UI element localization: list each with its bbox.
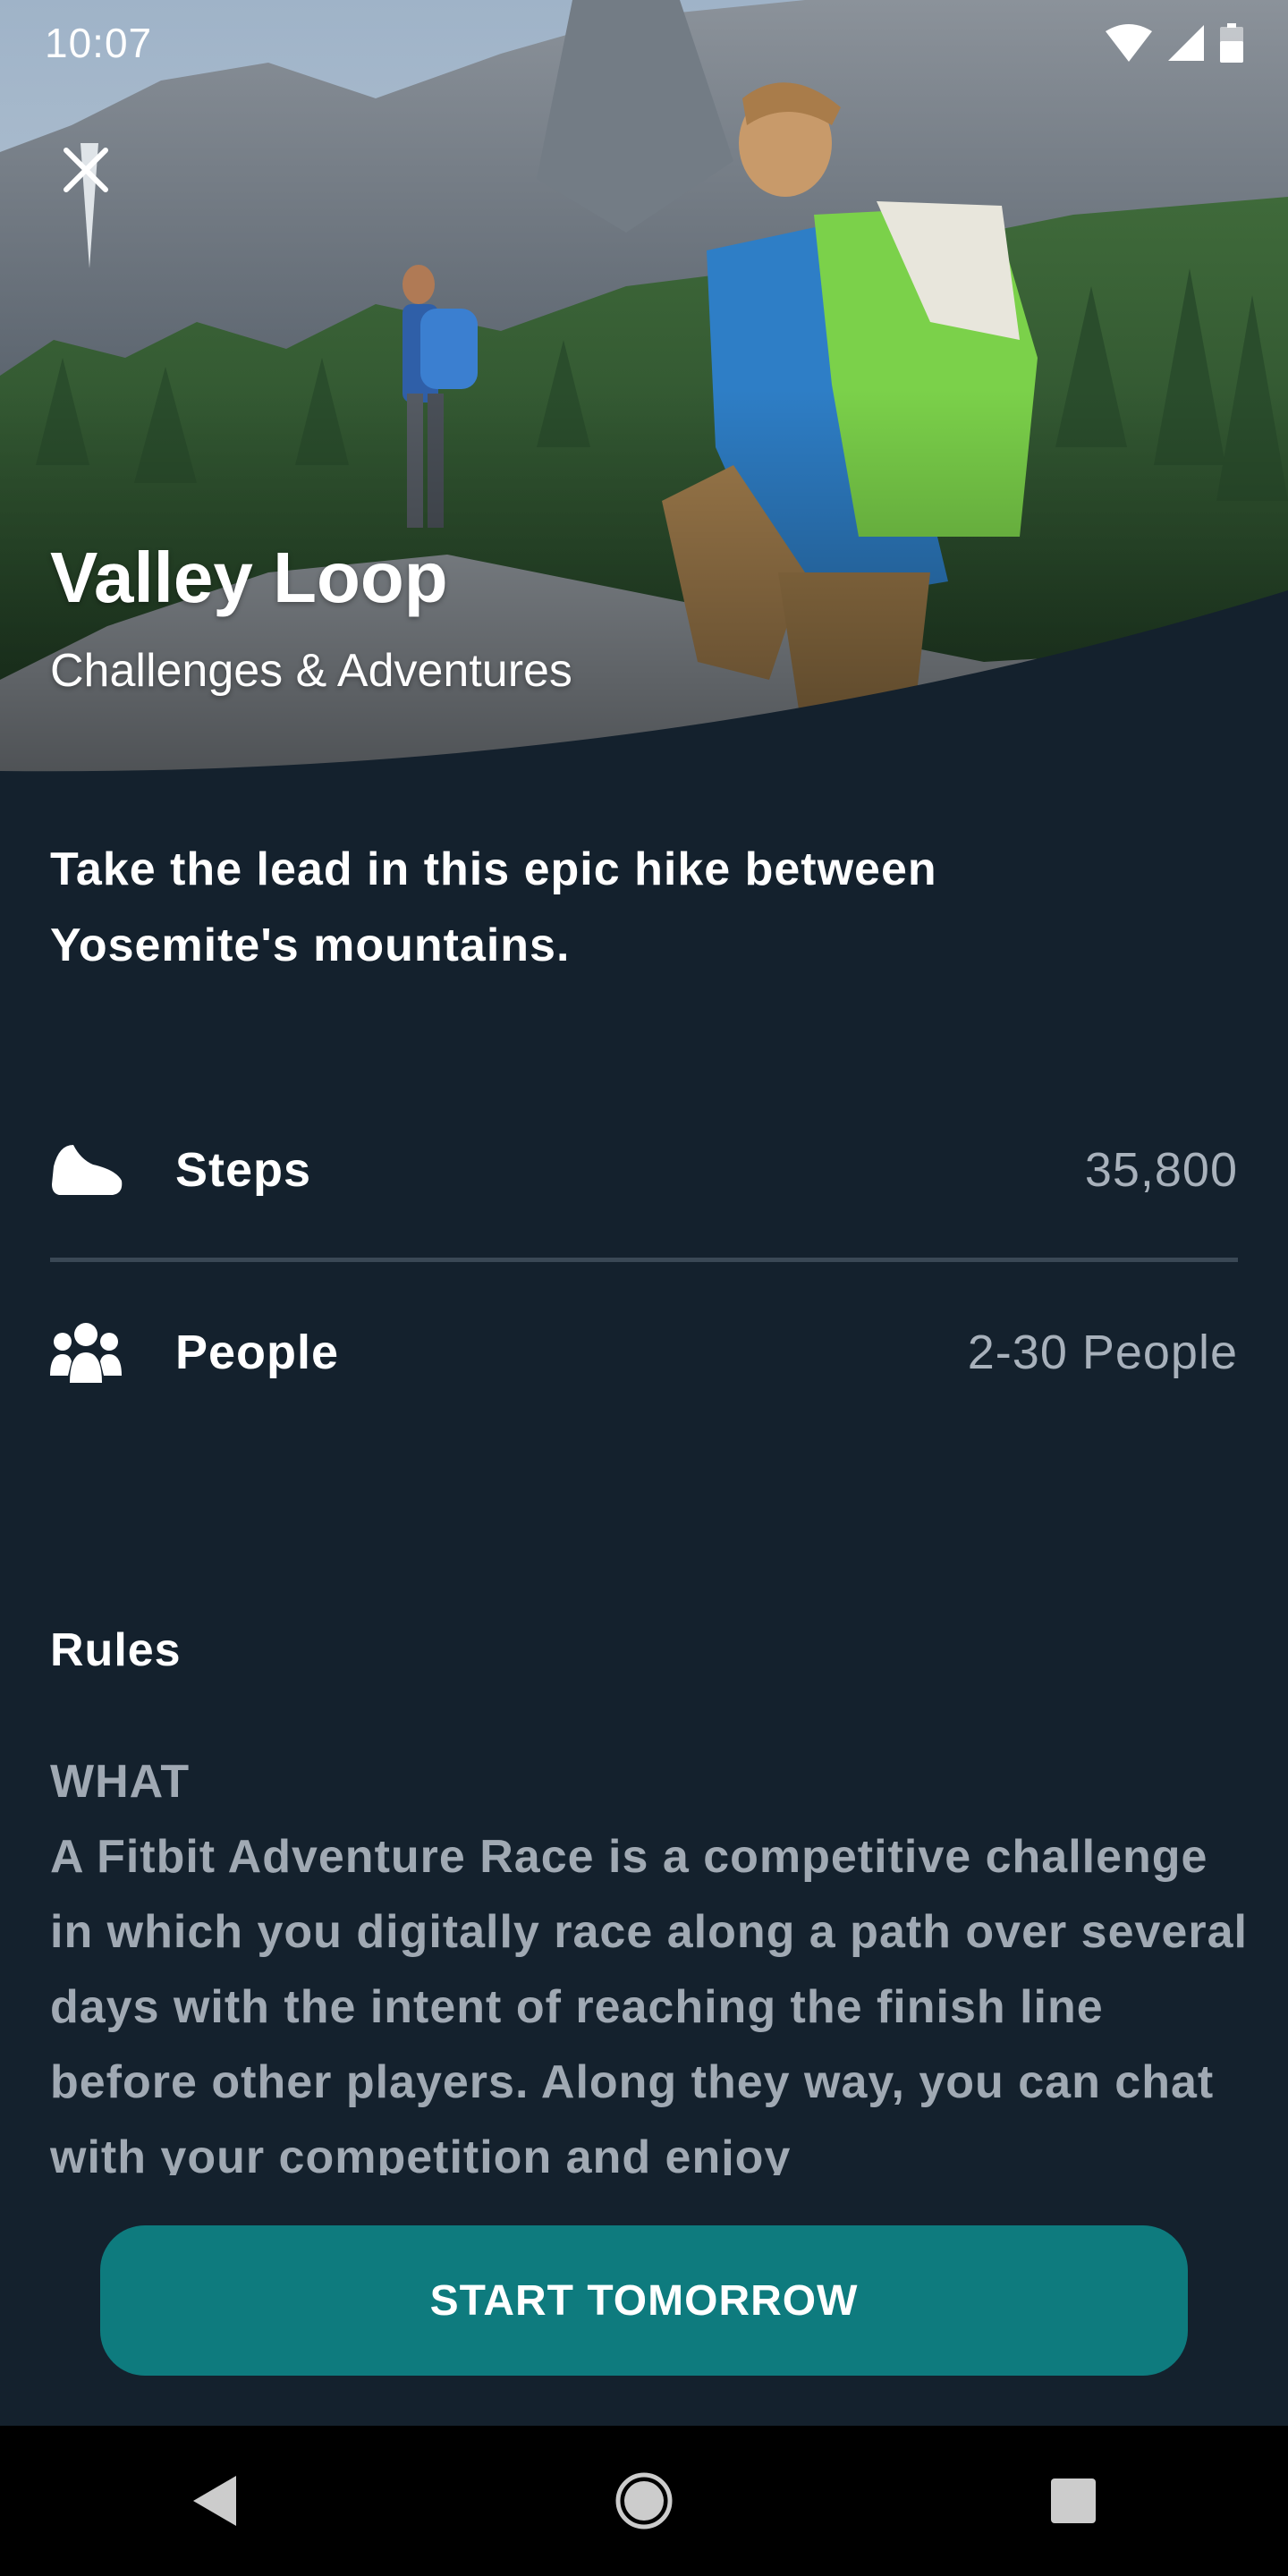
stat-value-steps: 35,800 <box>1084 1143 1238 1197</box>
status-icons <box>1106 23 1243 63</box>
back-icon <box>193 2476 236 2526</box>
people-icon <box>50 1315 125 1390</box>
wifi-icon <box>1106 24 1152 62</box>
shoe-icon <box>50 1132 125 1208</box>
divider <box>50 1258 1238 1262</box>
rules-heading: Rules <box>50 1624 182 1676</box>
rules-body: A Fitbit Adventure Race is a competitive… <box>50 1831 1248 2175</box>
challenge-description: Take the lead in this epic hike between … <box>50 843 937 971</box>
stat-value-people: 2-30 People <box>967 1326 1238 1379</box>
status-time: 10:07 <box>45 20 153 66</box>
challenge-title: Valley Loop <box>50 538 448 617</box>
system-nav-bar <box>0 2426 1288 2576</box>
nav-home-button[interactable] <box>590 2447 698 2555</box>
stat-label-steps: Steps <box>175 1143 312 1197</box>
rules-subheading: WHAT <box>50 1756 191 1808</box>
stat-label-people: People <box>175 1326 340 1379</box>
close-icon <box>64 148 108 192</box>
close-button[interactable] <box>50 134 122 206</box>
rules-text: WHAT A Fitbit Adventure Race is a compet… <box>50 1744 1249 2175</box>
stat-row-steps: Steps 35,800 <box>50 1116 1238 1224</box>
status-bar: 10:07 <box>0 0 1288 86</box>
hero-image: 10:07 Valley Loop Challenges & Adventure… <box>0 0 1288 778</box>
stat-row-people: People 2-30 People <box>50 1299 1238 1406</box>
start-tomorrow-button[interactable]: START TOMORROW <box>100 2225 1188 2376</box>
recents-icon <box>1051 2479 1096 2523</box>
nav-back-button[interactable] <box>161 2447 268 2555</box>
challenge-category: Challenges & Adventures <box>50 645 572 697</box>
battery-icon <box>1220 23 1243 63</box>
home-icon <box>615 2472 673 2529</box>
cell-signal-icon <box>1168 25 1204 61</box>
nav-recents-button[interactable] <box>1020 2447 1127 2555</box>
